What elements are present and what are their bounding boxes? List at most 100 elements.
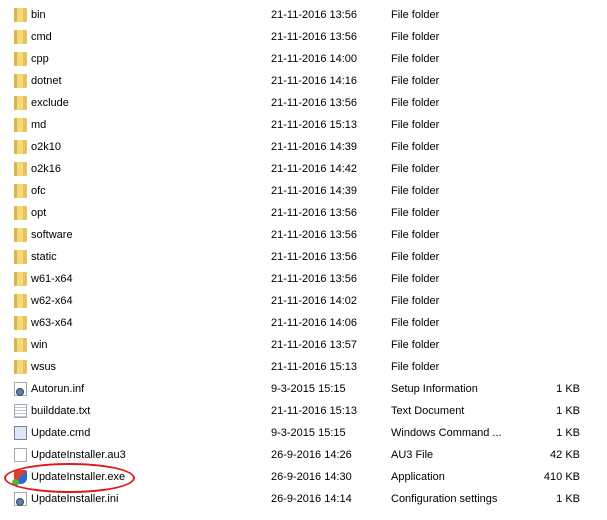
file-type: File folder xyxy=(391,9,440,21)
file-type: File folder xyxy=(391,119,440,131)
folder-icon xyxy=(14,96,27,110)
date-modified: 26-9-2016 14:14 xyxy=(271,493,352,505)
file-size: 42 KB xyxy=(550,449,580,461)
date-modified: 21-11-2016 14:39 xyxy=(271,185,358,197)
file-row[interactable]: Update.cmd 9-3-2015 15:15 Windows Comman… xyxy=(0,422,607,444)
file-name: cpp xyxy=(31,53,49,65)
settings-file-icon xyxy=(14,382,27,396)
folder-icon xyxy=(14,52,27,66)
file-type: File folder xyxy=(391,31,440,43)
folder-icon xyxy=(14,294,27,308)
file-type: File folder xyxy=(391,97,440,109)
date-modified: 26-9-2016 14:30 xyxy=(271,471,352,483)
date-modified: 21-11-2016 14:42 xyxy=(271,163,358,175)
file-row[interactable]: wsus 21-11-2016 15:13 File folder xyxy=(0,356,607,378)
file-row[interactable]: cpp 21-11-2016 14:00 File folder xyxy=(0,48,607,70)
file-row[interactable]: win 21-11-2016 13:57 File folder xyxy=(0,334,607,356)
folder-icon xyxy=(14,360,27,374)
file-row[interactable]: md 21-11-2016 15:13 File folder xyxy=(0,114,607,136)
date-modified: 9-3-2015 15:15 xyxy=(271,383,346,395)
file-row[interactable]: w63-x64 21-11-2016 14:06 File folder xyxy=(0,312,607,334)
file-name: bin xyxy=(31,9,46,21)
folder-icon xyxy=(14,206,27,220)
file-type: Setup Information xyxy=(391,383,478,395)
file-type: File folder xyxy=(391,295,440,307)
file-type: File folder xyxy=(391,251,440,263)
folder-icon xyxy=(14,184,27,198)
date-modified: 21-11-2016 13:56 xyxy=(271,97,358,109)
file-type: File folder xyxy=(391,361,440,373)
file-row[interactable]: exclude 21-11-2016 13:56 File folder xyxy=(0,92,607,114)
file-row[interactable]: cmd 21-11-2016 13:56 File folder xyxy=(0,26,607,48)
folder-icon xyxy=(14,162,27,176)
date-modified: 21-11-2016 15:13 xyxy=(271,361,358,373)
folder-icon xyxy=(14,118,27,132)
folder-icon xyxy=(14,272,27,286)
file-type: Application xyxy=(391,471,445,483)
file-name: dotnet xyxy=(31,75,62,87)
file-row[interactable]: w62-x64 21-11-2016 14:02 File folder xyxy=(0,290,607,312)
file-name: Autorun.inf xyxy=(31,383,85,395)
file-type: File folder xyxy=(391,207,440,219)
folder-icon xyxy=(14,8,27,22)
date-modified: 21-11-2016 14:02 xyxy=(271,295,358,307)
folder-icon xyxy=(14,228,27,242)
file-type: Text Document xyxy=(391,405,465,417)
file-row[interactable]: builddate.txt 21-11-2016 15:13 Text Docu… xyxy=(0,400,607,422)
folder-icon xyxy=(14,338,27,352)
file-type: File folder xyxy=(391,163,440,175)
file-row[interactable]: bin 21-11-2016 13:56 File folder xyxy=(0,4,607,26)
file-name: o2k10 xyxy=(31,141,61,153)
text-file-icon xyxy=(14,404,27,418)
file-name: UpdateInstaller.exe xyxy=(31,471,126,483)
file-name: Update.cmd xyxy=(31,427,91,439)
date-modified: 21-11-2016 13:56 xyxy=(271,31,358,43)
settings-file-icon xyxy=(14,492,27,506)
file-name: w63-x64 xyxy=(31,317,73,329)
date-modified: 21-11-2016 15:13 xyxy=(271,405,358,417)
file-type: File folder xyxy=(391,339,440,351)
file-row[interactable]: UpdateInstaller.au3 26-9-2016 14:26 AU3 … xyxy=(0,444,607,466)
file-size: 1 KB xyxy=(556,427,580,439)
file-name: builddate.txt xyxy=(31,405,91,417)
file-row[interactable]: o2k16 21-11-2016 14:42 File folder xyxy=(0,158,607,180)
file-name: o2k16 xyxy=(31,163,61,175)
file-row[interactable]: dotnet 21-11-2016 14:16 File folder xyxy=(0,70,607,92)
file-type: File folder xyxy=(391,273,440,285)
date-modified: 21-11-2016 13:56 xyxy=(271,9,358,21)
date-modified: 21-11-2016 13:56 xyxy=(271,207,358,219)
file-row[interactable]: opt 21-11-2016 13:56 File folder xyxy=(0,202,607,224)
file-type: File folder xyxy=(391,141,440,153)
file-name: UpdateInstaller.au3 xyxy=(31,449,126,461)
date-modified: 21-11-2016 13:56 xyxy=(271,229,358,241)
file-name: w61-x64 xyxy=(31,273,73,285)
file-row[interactable]: o2k10 21-11-2016 14:39 File folder xyxy=(0,136,607,158)
file-name: cmd xyxy=(31,31,52,43)
date-modified: 26-9-2016 14:26 xyxy=(271,449,352,461)
date-modified: 21-11-2016 14:06 xyxy=(271,317,358,329)
file-size: 1 KB xyxy=(556,405,580,417)
file-name: static xyxy=(31,251,57,263)
date-modified: 21-11-2016 14:16 xyxy=(271,75,358,87)
file-type: Configuration settings xyxy=(391,493,498,505)
date-modified: 21-11-2016 15:13 xyxy=(271,119,358,131)
file-row[interactable]: UpdateInstaller.exe 26-9-2016 14:30 Appl… xyxy=(0,466,607,488)
folder-icon xyxy=(14,316,27,330)
file-type: File folder xyxy=(391,185,440,197)
file-type: File folder xyxy=(391,229,440,241)
command-file-icon xyxy=(14,426,27,440)
file-name: exclude xyxy=(31,97,69,109)
file-row[interactable]: Autorun.inf 9-3-2015 15:15 Setup Informa… xyxy=(0,378,607,400)
date-modified: 21-11-2016 14:00 xyxy=(271,53,358,65)
file-row[interactable]: software 21-11-2016 13:56 File folder xyxy=(0,224,607,246)
file-row[interactable]: ofc 21-11-2016 14:39 File folder xyxy=(0,180,607,202)
file-name: UpdateInstaller.ini xyxy=(31,493,119,505)
file-name: win xyxy=(31,339,48,351)
file-row[interactable]: w61-x64 21-11-2016 13:56 File folder xyxy=(0,268,607,290)
date-modified: 21-11-2016 13:56 xyxy=(271,273,358,285)
file-row[interactable]: UpdateInstaller.ini 26-9-2016 14:14 Conf… xyxy=(0,488,607,510)
file-name: wsus xyxy=(31,361,57,373)
folder-icon xyxy=(14,250,27,264)
file-type: AU3 File xyxy=(391,449,434,461)
file-row[interactable]: static 21-11-2016 13:56 File folder xyxy=(0,246,607,268)
